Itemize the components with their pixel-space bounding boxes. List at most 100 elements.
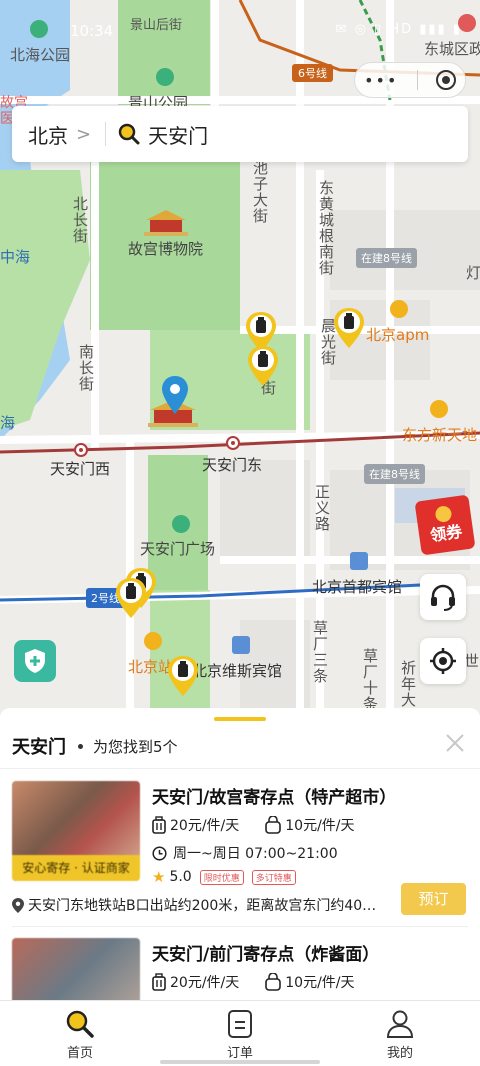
map-label-deng: 灯 bbox=[466, 264, 480, 282]
map-label-dongfang: 东方新天地 bbox=[402, 426, 478, 444]
search-divider bbox=[105, 122, 107, 146]
customer-service-button[interactable] bbox=[420, 574, 466, 620]
tab-home[interactable]: 首页 bbox=[0, 1001, 160, 1066]
city-selector[interactable]: 北京 > bbox=[12, 120, 91, 149]
tab-bar: 首页 订单 我的 bbox=[0, 1000, 480, 1066]
results-sheet[interactable]: 天安门 为您找到5个 安心寄存 · 认证商家 天安门/故宫寄存点（特产超市） 2… bbox=[0, 708, 480, 1000]
map-label-zhonghai: 中海 bbox=[0, 248, 31, 266]
rating-row: ★ 5.0 限时优惠 多订特惠 bbox=[152, 868, 296, 886]
storage-pin[interactable] bbox=[116, 578, 146, 618]
tab-home-label: 首页 bbox=[66, 1046, 93, 1061]
storage-card[interactable]: 天安门/前门寄存点（炸酱面） 20元/件/天 10元/件/天 bbox=[12, 938, 468, 1000]
map-label-zhengyi: 正义路 bbox=[313, 484, 331, 532]
tab-orders[interactable]: 订单 bbox=[160, 1001, 320, 1066]
jingshan-park-icon bbox=[156, 68, 174, 86]
storage-pin[interactable] bbox=[334, 308, 364, 348]
more-icon[interactable]: ••• bbox=[364, 71, 398, 90]
luggage-icon bbox=[152, 973, 166, 991]
search-bar[interactable]: 北京 > 天安门 bbox=[12, 106, 468, 162]
price-row: 20元/件/天 10元/件/天 bbox=[152, 815, 381, 835]
map-label-caochang10: 草厂十条 bbox=[361, 648, 379, 712]
sheet-header: 天安门 为您找到5个 bbox=[12, 732, 468, 760]
search-icon bbox=[118, 123, 140, 145]
current-search-marker-icon[interactable] bbox=[162, 376, 188, 414]
user-icon bbox=[386, 1010, 414, 1038]
map-label-caochang3: 草厂三条 bbox=[311, 620, 329, 684]
map-label-tiananmen-west: 天安门西 bbox=[50, 460, 111, 478]
beihai-park-icon bbox=[30, 20, 48, 38]
capital-hotel-icon bbox=[350, 552, 368, 570]
bag-icon bbox=[265, 973, 282, 991]
apm-shop-icon bbox=[390, 300, 408, 318]
miniapp-capsule[interactable]: ••• bbox=[354, 62, 466, 98]
close-miniapp-icon[interactable] bbox=[435, 70, 456, 90]
map-label-shi: 世 bbox=[464, 652, 480, 670]
map-label-apm: 北京apm bbox=[366, 326, 430, 344]
coupon-label: 领券 bbox=[429, 521, 464, 546]
locate-button[interactable] bbox=[420, 638, 466, 684]
storage-address-value: 天安门东地铁站B口出站约200米，距离故宫东门约40… bbox=[28, 898, 377, 914]
tab-orders-label: 订单 bbox=[226, 1046, 253, 1061]
luggage-price: 20元/件/天 bbox=[152, 972, 239, 992]
rating-value: 5.0 bbox=[169, 869, 192, 885]
map-label-weisi-hotel: 北京维斯宾馆 bbox=[192, 662, 283, 680]
map-label-nanchang: 南长街 bbox=[77, 344, 95, 392]
storage-name: 天安门/前门寄存点（炸酱面） bbox=[152, 945, 380, 965]
promo-tag: 限时优惠 bbox=[199, 869, 244, 885]
station-shop-icon bbox=[144, 632, 162, 650]
weisi-hotel-icon bbox=[232, 636, 250, 654]
map-label-capital-hotel: 北京首都宾馆 bbox=[312, 578, 403, 596]
sheet-title-dot bbox=[78, 743, 83, 749]
luggage-icon bbox=[152, 816, 166, 834]
bag-price: 10元/件/天 bbox=[265, 972, 355, 992]
tab-mine-label: 我的 bbox=[386, 1046, 413, 1061]
clock-icon bbox=[152, 845, 167, 861]
storage-pin[interactable] bbox=[248, 346, 278, 386]
coupon-redpack-button[interactable]: 领券 bbox=[414, 494, 476, 556]
sheet-divider bbox=[0, 768, 480, 769]
safety-button[interactable] bbox=[14, 640, 56, 682]
status-time: 10:34 bbox=[70, 22, 114, 40]
map-label-beijing-station: 北京站 bbox=[128, 658, 174, 676]
map-label-donghuang: 东黄城根南街 bbox=[317, 180, 335, 276]
station-tiananmen-west-icon[interactable] bbox=[74, 443, 88, 457]
bag-price: 10元/件/天 bbox=[265, 815, 355, 835]
storage-photo: 安心寄存 · 认证商家 bbox=[12, 781, 140, 881]
station-tiananmen-east-icon[interactable] bbox=[226, 436, 240, 450]
sheet-title: 天安门 bbox=[12, 737, 66, 758]
shield-icon bbox=[25, 649, 45, 673]
map-view[interactable]: 10:34 ✉ ◎ ▯ HD ▮▮▮ ▮ ••• 北海公园 景山后街 景山公园 … bbox=[0, 0, 480, 715]
opening-hours-value: 周一~周日 07:00~21:00 bbox=[173, 846, 338, 862]
storage-name: 天安门/故宫寄存点（特产超市） bbox=[152, 788, 397, 808]
promo-tag: 多订特惠 bbox=[251, 869, 296, 885]
map-label-dongcheng: 东城区政 bbox=[424, 40, 480, 58]
search-home-icon bbox=[66, 1010, 94, 1038]
map-label-qiannian: 祈年大 bbox=[399, 660, 417, 708]
tab-mine[interactable]: 我的 bbox=[320, 1001, 480, 1066]
map-label-beichang: 北长街 bbox=[71, 196, 89, 244]
storage-address: 天安门东地铁站B口出站约200米，距离故宫东门约40… bbox=[12, 895, 392, 915]
chevron-right-icon: > bbox=[76, 123, 92, 145]
storage-photo bbox=[12, 938, 140, 1000]
opening-hours: 周一~周日 07:00~21:00 bbox=[152, 843, 338, 863]
map-label-jingshan-street: 景山后街 bbox=[130, 18, 183, 33]
map-label-beihai: 北海公园 bbox=[10, 46, 71, 64]
storage-pin[interactable] bbox=[168, 656, 198, 696]
search-query[interactable]: 天安门 bbox=[148, 120, 208, 149]
book-button[interactable]: 预订 bbox=[401, 883, 466, 915]
star-icon: ★ bbox=[152, 868, 166, 886]
home-indicator bbox=[160, 1060, 320, 1064]
headset-icon bbox=[431, 584, 455, 611]
close-icon[interactable] bbox=[444, 732, 466, 754]
locate-icon bbox=[430, 648, 456, 674]
storage-card[interactable]: 安心寄存 · 认证商家 天安门/故宫寄存点（特产超市） 20元/件/天 10元/… bbox=[12, 781, 468, 921]
map-label-square: 天安门广场 bbox=[140, 540, 216, 558]
luggage-price: 20元/件/天 bbox=[152, 815, 239, 835]
luggage-price-value: 20元/件/天 bbox=[170, 818, 240, 834]
sheet-drag-handle[interactable] bbox=[214, 717, 266, 721]
result-count: 为您找到5个 bbox=[93, 737, 178, 756]
luggage-price-value: 20元/件/天 bbox=[170, 975, 240, 991]
bag-icon bbox=[265, 816, 282, 834]
card-separator bbox=[12, 926, 468, 927]
metro-line-8-tag-top: 在建8号线 bbox=[356, 248, 417, 268]
